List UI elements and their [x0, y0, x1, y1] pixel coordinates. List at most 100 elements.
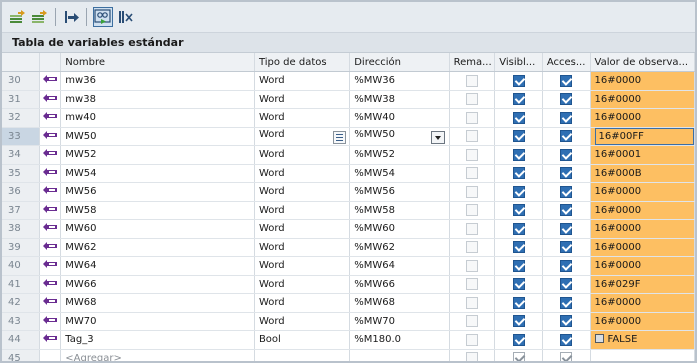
visible-checkbox[interactable]	[512, 93, 525, 106]
data-type-cell[interactable]: Word	[254, 312, 351, 331]
row-number[interactable]: 33	[2, 127, 40, 146]
empty-address-cell[interactable]	[349, 349, 450, 361]
retain-cell[interactable]	[449, 330, 496, 350]
visible-checkbox[interactable]	[512, 204, 525, 217]
monitor-value-cell[interactable]: 16#0000	[590, 182, 695, 202]
accessible-cell[interactable]	[542, 108, 591, 128]
table-row[interactable]: 33 MW50 Word %MW50 16#00FF	[2, 127, 695, 146]
retain-cell[interactable]	[449, 145, 496, 165]
visible-cell[interactable]	[494, 312, 543, 331]
retain-checkbox[interactable]	[465, 241, 478, 254]
visible-cell[interactable]	[494, 182, 543, 202]
retain-cell[interactable]	[449, 127, 496, 146]
row-number[interactable]: 39	[2, 238, 40, 257]
visible-checkbox[interactable]	[512, 352, 525, 361]
visible-checkbox[interactable]	[512, 278, 525, 291]
visible-cell[interactable]	[494, 108, 543, 128]
tag-name-cell[interactable]: MW58	[60, 201, 255, 220]
accessible-checkbox[interactable]	[560, 185, 573, 198]
row-number[interactable]: 42	[2, 293, 40, 313]
address-cell[interactable]: %MW38	[349, 90, 450, 109]
empty-type-cell[interactable]	[254, 349, 351, 361]
monitor-value[interactable]: 16#00FF	[594, 127, 694, 145]
visible-cell[interactable]	[494, 90, 543, 109]
accessible-cell[interactable]	[542, 71, 591, 91]
visible-cell[interactable]	[494, 127, 543, 146]
address-cell[interactable]: %MW70	[349, 312, 450, 331]
data-type-cell[interactable]: Word	[254, 238, 351, 257]
accessible-cell[interactable]	[542, 201, 591, 220]
retain-cell[interactable]	[449, 349, 496, 361]
retain-cell[interactable]	[449, 312, 496, 331]
table-row[interactable]: 34 MW52 Word %MW52 16#0001	[2, 145, 695, 165]
accessible-checkbox[interactable]	[560, 93, 573, 106]
retain-checkbox[interactable]	[465, 296, 478, 309]
monitor-value-cell[interactable]: 16#0001	[590, 145, 695, 165]
accessible-checkbox[interactable]	[560, 148, 573, 161]
retain-cell[interactable]	[449, 90, 496, 109]
monitor-value-cell[interactable]: 16#0000	[590, 201, 695, 220]
row-number[interactable]: 31	[2, 90, 40, 109]
data-type-cell[interactable]: Word	[254, 182, 351, 202]
retain-checkbox[interactable]	[465, 352, 478, 361]
table-row[interactable]: 37 MW58 Word %MW58 16#0000	[2, 201, 695, 220]
visible-checkbox[interactable]	[512, 259, 525, 272]
data-type-cell[interactable]: Word	[254, 71, 351, 91]
address-cell[interactable]: %MW36	[349, 71, 450, 91]
tag-name-cell[interactable]: MW62	[60, 238, 255, 257]
accessible-checkbox[interactable]	[560, 296, 573, 309]
visible-checkbox[interactable]	[512, 130, 525, 143]
monitor-all-icon[interactable]	[93, 7, 113, 27]
address-cell[interactable]: %MW50	[349, 127, 450, 146]
address-cell[interactable]: %MW68	[349, 293, 450, 313]
header-tipo[interactable]: Tipo de datos	[254, 53, 351, 72]
row-number[interactable]: 40	[2, 256, 40, 276]
visible-checkbox[interactable]	[512, 315, 525, 328]
row-number[interactable]: 41	[2, 275, 40, 294]
monitor-value-cell[interactable]: 16#0000	[590, 71, 695, 91]
table-row[interactable]: 39 MW62 Word %MW62 16#0000	[2, 238, 695, 257]
tag-name-cell[interactable]: MW54	[60, 164, 255, 183]
retain-checkbox[interactable]	[465, 222, 478, 235]
accessible-checkbox[interactable]	[560, 204, 573, 217]
monitor-value-cell[interactable]: 16#0000	[590, 312, 695, 331]
visible-cell[interactable]	[494, 219, 543, 239]
table-row[interactable]: 38 MW60 Word %MW60 16#0000	[2, 219, 695, 239]
retain-checkbox[interactable]	[465, 204, 478, 217]
retain-checkbox[interactable]	[465, 167, 478, 180]
monitor-value-cell[interactable]: 16#00FF	[590, 127, 695, 146]
visible-checkbox[interactable]	[512, 296, 525, 309]
retain-checkbox[interactable]	[465, 278, 478, 291]
retain-cell[interactable]	[449, 164, 496, 183]
retain-checkbox[interactable]	[465, 93, 478, 106]
address-cell[interactable]: %MW54	[349, 164, 450, 183]
table-row[interactable]: 35 MW54 Word %MW54 16#000B	[2, 164, 695, 183]
visible-checkbox[interactable]	[512, 333, 525, 346]
accessible-cell[interactable]	[542, 145, 591, 165]
visible-checkbox[interactable]	[512, 222, 525, 235]
row-number[interactable]: 34	[2, 145, 40, 165]
data-type-cell[interactable]: Bool	[254, 330, 351, 350]
table-row[interactable]: 31 mw38 Word %MW38 16#0000	[2, 90, 695, 109]
monitor-value-cell[interactable]: FALSE	[590, 330, 695, 350]
visible-cell[interactable]	[494, 275, 543, 294]
row-number[interactable]: 32	[2, 108, 40, 128]
retain-checkbox[interactable]	[465, 74, 478, 87]
accessible-cell[interactable]	[542, 127, 591, 146]
header-valor[interactable]: Valor de observa...	[590, 53, 695, 72]
row-number[interactable]: 35	[2, 164, 40, 183]
accessible-cell[interactable]	[542, 164, 591, 183]
data-type-cell[interactable]: Word	[254, 201, 351, 220]
visible-cell[interactable]	[494, 71, 543, 91]
retain-cell[interactable]	[449, 71, 496, 91]
accessible-cell[interactable]	[542, 349, 591, 361]
accessible-checkbox[interactable]	[560, 130, 573, 143]
data-type-cell[interactable]: Word	[254, 293, 351, 313]
visible-checkbox[interactable]	[512, 241, 525, 254]
accessible-checkbox[interactable]	[560, 315, 573, 328]
address-cell[interactable]: %M180.0	[349, 330, 450, 350]
add-row[interactable]: 45 <Agregar>	[2, 349, 695, 361]
header-remanencia[interactable]: Rema...	[449, 53, 496, 72]
address-cell[interactable]: %MW40	[349, 108, 450, 128]
row-number[interactable]: 43	[2, 312, 40, 331]
